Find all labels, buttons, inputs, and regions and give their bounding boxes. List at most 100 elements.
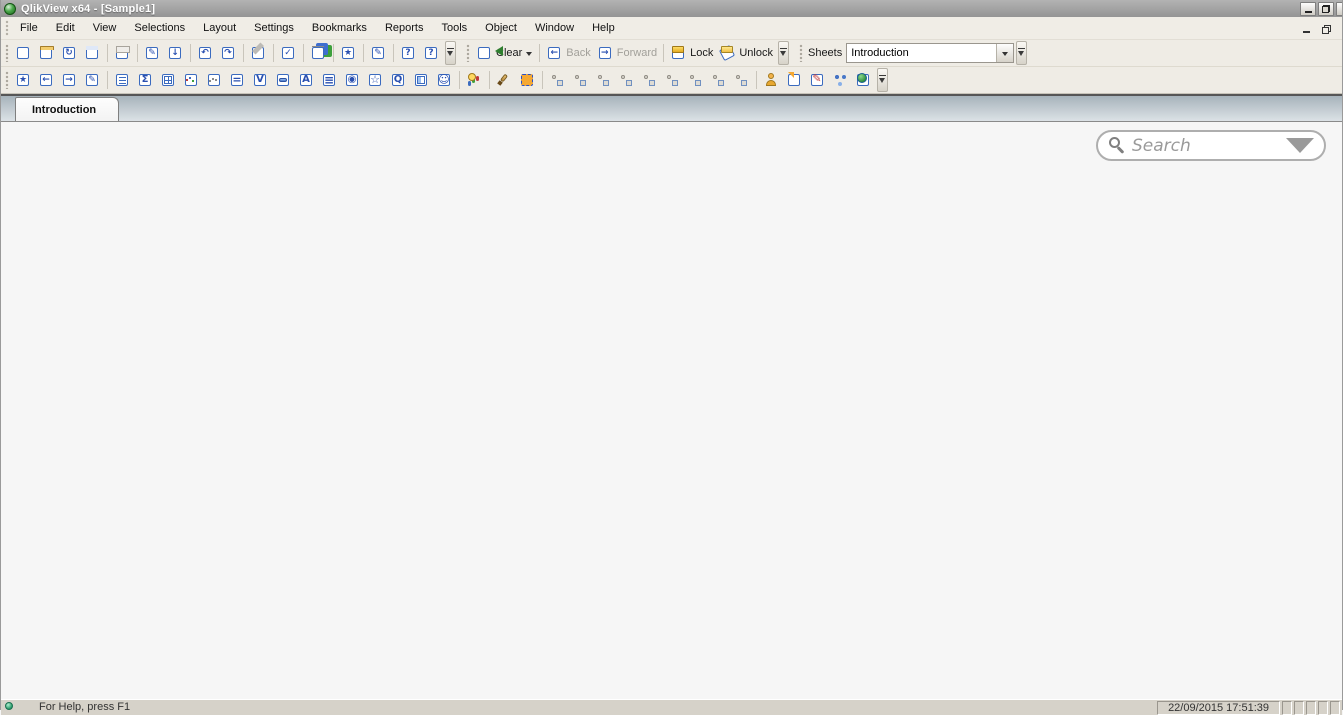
new-icon [15, 45, 32, 61]
listbox-icon [114, 72, 131, 88]
toolbar-separator [137, 44, 138, 62]
create-multi-box-button[interactable] [204, 69, 225, 91]
design-grid-toggle-button[interactable] [517, 69, 538, 91]
context-help-button[interactable] [421, 42, 442, 64]
add-bookmark-button[interactable] [338, 42, 359, 64]
minimize-button[interactable] [1300, 1, 1316, 16]
menu-item-settings[interactable]: Settings [245, 19, 303, 37]
adjust-positions-button[interactable] [731, 69, 752, 91]
align-bottom-button[interactable] [616, 69, 637, 91]
menu-item-tools[interactable]: Tools [432, 19, 476, 37]
restore-icon [1321, 25, 1331, 34]
reload-data-button[interactable] [165, 42, 186, 64]
open-file-button[interactable] [36, 42, 57, 64]
standard-toolbar-overflow-button[interactable] [445, 41, 456, 65]
minimize-document-button[interactable] [1300, 22, 1312, 34]
unlock-selections-button[interactable]: Unlock [717, 42, 775, 64]
design-toolbar-overflow-button[interactable] [877, 68, 888, 92]
create-search-object-button[interactable] [388, 69, 409, 91]
new-document-button[interactable] [13, 42, 34, 64]
clear-selections-button[interactable]: Clear [474, 42, 535, 64]
quick-chart-wizard-button[interactable] [308, 42, 329, 64]
toolbar-separator [273, 44, 274, 62]
lock-icon [670, 45, 687, 61]
print-button [112, 42, 133, 64]
add-sheet-icon [15, 72, 32, 91]
chart-icon [183, 72, 200, 88]
sheet-properties-button[interactable] [82, 69, 103, 91]
current-selections-button[interactable] [278, 42, 299, 64]
create-text-object-button[interactable] [296, 69, 317, 91]
search-object[interactable] [1096, 130, 1326, 161]
align-icon [733, 72, 750, 88]
create-slider-object-button[interactable] [342, 69, 363, 91]
sheets-toolbar-overflow[interactable] [1016, 41, 1028, 65]
save-button[interactable] [82, 42, 103, 64]
promote-sheet-button [36, 69, 57, 91]
search-input[interactable] [1128, 135, 1286, 156]
edit-module-button[interactable] [807, 69, 828, 91]
menu-item-selections[interactable]: Selections [125, 19, 194, 37]
save-icon [84, 45, 101, 61]
refresh-button [59, 42, 80, 64]
align-right-button[interactable] [593, 69, 614, 91]
undo-icon [197, 45, 214, 61]
title-bar: QlikView x64 - [Sample1] [1, 0, 1342, 17]
create-listbox-button[interactable] [112, 69, 133, 91]
promote-icon [38, 72, 55, 88]
help-icon [400, 45, 417, 61]
user-preferences-button[interactable] [761, 69, 782, 91]
expression-overview-button[interactable] [830, 69, 851, 91]
format-painter-button[interactable] [494, 69, 515, 91]
sheet-content-area [1, 122, 1342, 699]
lock-selections-label: Lock [690, 47, 714, 59]
create-table-box-button[interactable] [158, 69, 179, 91]
menu-item-view[interactable]: View [84, 19, 126, 37]
align-icon [641, 72, 658, 88]
restore-button[interactable] [1318, 1, 1334, 16]
toolbar-separator [459, 71, 460, 89]
close-button[interactable] [1336, 1, 1342, 16]
navigation-toolbar-overflow-button[interactable] [777, 41, 789, 65]
sheet-selector[interactable]: Introduction [846, 43, 1015, 63]
create-chart-button[interactable] [181, 69, 202, 91]
menu-item-bookmarks[interactable]: Bookmarks [303, 19, 376, 37]
add-sheet-button[interactable] [13, 69, 34, 91]
document-properties-button[interactable] [784, 69, 805, 91]
menu-item-object[interactable]: Object [476, 19, 526, 37]
main-toolbar-row: Clear Back Forward Lock Unlock Sheets Introd… [1, 40, 1342, 67]
center-horizontally-button[interactable] [570, 69, 591, 91]
create-custom-object-button[interactable] [434, 69, 455, 91]
design-toolbar [3, 67, 888, 93]
align-top-button[interactable] [662, 69, 683, 91]
menu-item-file[interactable]: File [11, 19, 47, 37]
tab-introduction[interactable]: Introduction [15, 97, 120, 121]
help-button[interactable] [398, 42, 419, 64]
create-statistics-box-button[interactable] [135, 69, 156, 91]
space-vertically-button[interactable] [708, 69, 729, 91]
time-chart-wizard-button[interactable] [464, 69, 485, 91]
menu-item-edit[interactable]: Edit [47, 19, 84, 37]
create-button-button[interactable] [273, 69, 294, 91]
create-input-box-button[interactable] [227, 69, 248, 91]
status-right-panes: 22/09/2015 17:51:39 [1157, 701, 1340, 715]
create-current-selections-box-button[interactable] [250, 69, 271, 91]
create-line-arrow-object-button[interactable] [319, 69, 340, 91]
design-toolbar-row [1, 67, 1342, 94]
webview-toggle-button[interactable] [853, 69, 874, 91]
align-left-button[interactable] [547, 69, 568, 91]
space-horizontally-button[interactable] [685, 69, 706, 91]
lock-selections-button[interactable]: Lock [668, 42, 715, 64]
restore-document-button[interactable] [1320, 22, 1332, 34]
create-bookmark-object-button[interactable] [365, 69, 386, 91]
menu-item-layout[interactable]: Layout [194, 19, 245, 37]
center-vertically-button[interactable] [639, 69, 660, 91]
find-icon [250, 45, 267, 61]
menu-item-help[interactable]: Help [583, 19, 624, 37]
menu-item-window[interactable]: Window [526, 19, 583, 37]
search-dropdown-icon[interactable] [1286, 138, 1314, 153]
sheet-selector-dropdown-button[interactable] [996, 44, 1014, 62]
create-container-button[interactable] [411, 69, 432, 91]
menu-item-reports[interactable]: Reports [376, 19, 433, 37]
edit-script-button[interactable] [142, 42, 163, 64]
